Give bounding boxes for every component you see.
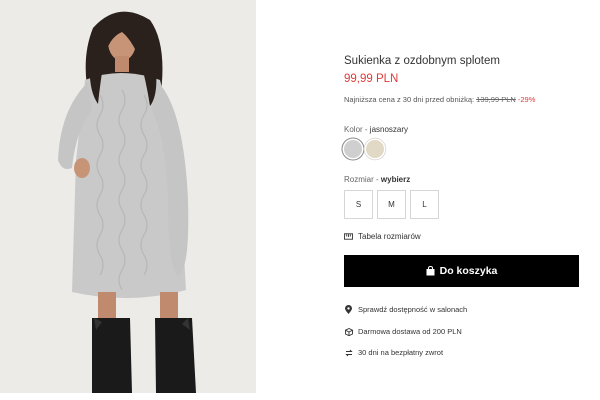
old-price: 139,99 PLN xyxy=(476,95,516,104)
product-title: Sukienka z ozdobnym splotem xyxy=(344,55,500,67)
product-image[interactable] xyxy=(0,0,256,393)
add-to-cart-label: Do koszyka xyxy=(439,265,498,277)
size-label: Rozmiar xyxy=(344,175,374,184)
free-return-info: 30 dni na bezpłatny zwrot xyxy=(344,348,443,357)
free-delivery-info: Darmowa dostawa od 200 PLN xyxy=(344,327,462,336)
free-return-text: 30 dni na bezpłatny zwrot xyxy=(358,348,444,357)
shopping-bag-icon xyxy=(426,266,435,276)
size-button-s[interactable]: S xyxy=(344,190,373,219)
color-selected: jasnoszary xyxy=(369,125,409,134)
lowest-price-info: Najniższa cena z 30 dni przed obniżką: 1… xyxy=(344,95,535,104)
store-availability-link[interactable]: Sprawdź dostępność w salonach xyxy=(344,305,467,314)
discount-badge: -29% xyxy=(517,95,536,104)
color-label: Kolor xyxy=(344,125,363,134)
model-illustration xyxy=(0,0,256,393)
store-availability-text: Sprawdź dostępność w salonach xyxy=(358,305,468,314)
color-swatch-jasnoszary[interactable] xyxy=(344,140,362,158)
size-chart-link[interactable]: Tabela rozmiarów xyxy=(344,232,421,241)
box-icon xyxy=(344,327,353,336)
size-button-l[interactable]: L xyxy=(410,190,439,219)
product-price: 99,99 PLN xyxy=(344,73,399,85)
lowest-price-label: Najniższa cena z 30 dni przed obniżką: xyxy=(344,95,475,104)
size-button-m[interactable]: M xyxy=(377,190,406,219)
return-arrows-icon xyxy=(344,348,353,357)
free-delivery-text: Darmowa dostawa od 200 PLN xyxy=(358,327,462,336)
size-selected: wybierz xyxy=(380,175,411,184)
size-chart-label: Tabela rozmiarów xyxy=(358,232,421,241)
size-label-row: Rozmiar - wybierz xyxy=(344,175,411,184)
color-label-row: Kolor - jasnoszary xyxy=(344,125,409,134)
location-pin-icon xyxy=(344,305,353,314)
ruler-icon xyxy=(344,232,353,241)
color-swatch-beige[interactable] xyxy=(366,140,384,158)
add-to-cart-button[interactable]: Do koszyka xyxy=(344,255,579,287)
